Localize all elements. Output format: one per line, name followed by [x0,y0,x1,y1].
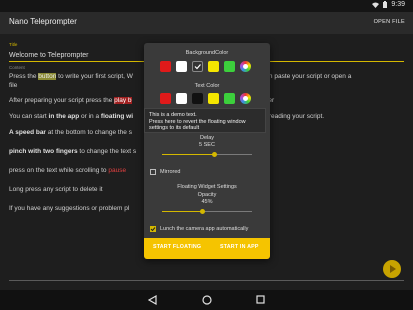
open-file-button[interactable]: OPEN FILE [374,19,405,25]
wifi-icon [372,2,380,8]
dialog-button-bar: START FLOATING START IN APP [144,238,270,259]
check-icon [194,64,201,70]
start-floating-button[interactable]: START FLOATING [153,244,201,250]
recents-icon[interactable] [256,295,265,304]
delay-label: Delay [199,135,215,141]
app-bar: Nano Teleprompter OPEN FILE [0,12,413,34]
content-underline [9,280,404,281]
status-time: 9:39 [391,1,405,8]
tooltip-line-3: settings to its default [149,125,200,131]
camera-checkbox[interactable] [150,226,156,232]
title-field-label: Title [9,42,18,47]
app-title: Nano Teleprompter [9,17,77,26]
mirrored-checkbox[interactable] [150,169,156,175]
text-swatch-green[interactable] [224,93,235,104]
background-color-swatches [160,61,268,73]
delay-slider-thumb[interactable] [211,152,217,157]
bg-swatch-yellow[interactable] [208,61,219,72]
delay-value: 5 SEC [199,142,215,148]
opacity-slider-thumb[interactable] [200,209,205,214]
status-icons: 9:39 [372,1,405,8]
text-swatch-yellow[interactable] [208,93,219,104]
text-swatch-red[interactable] [160,93,171,104]
background-color-label: BackgroundColor [185,50,229,56]
title-input[interactable]: Welcome to Teleprompter [9,52,89,59]
camera-label: Lunch the camera app automatically [160,226,249,232]
navigation-bar [0,290,413,310]
demo-text-tooltip[interactable]: This is a demo text. Press here to rever… [144,108,266,133]
bg-swatch-green[interactable] [224,61,235,72]
battery-icon [383,1,388,8]
text-swatch-black[interactable] [192,93,203,104]
opacity-label: Opacity [197,192,217,198]
floating-settings-dialog: BackgroundColor Text Color Delay 5 SEC M… [144,43,270,259]
text-color-swatches [160,93,268,105]
start-in-app-button[interactable]: START IN APP [220,244,259,250]
opacity-slider-fill [162,211,203,212]
bg-color-picker-icon[interactable] [240,61,251,72]
highlight-button-word: button [38,73,57,80]
content-field-label: Content [9,65,25,70]
text-color-label: Text Color [194,83,220,89]
bg-swatch-white[interactable] [176,61,187,72]
opacity-value: 45% [201,199,213,205]
text-color-picker-icon[interactable] [240,93,251,104]
delay-slider-fill [162,154,215,155]
home-icon[interactable] [202,295,212,305]
status-bar: 9:39 [0,0,413,12]
bg-swatch-red[interactable] [160,61,171,72]
mirrored-label: Mirrored [160,169,181,175]
floating-widget-settings-label: Floating Widget Settings [177,184,237,190]
bg-swatch-dark-selected[interactable] [192,61,203,72]
back-icon[interactable] [148,295,157,305]
text-swatch-white[interactable] [176,93,187,104]
play-fab-button[interactable] [383,260,401,278]
check-icon [150,227,156,232]
